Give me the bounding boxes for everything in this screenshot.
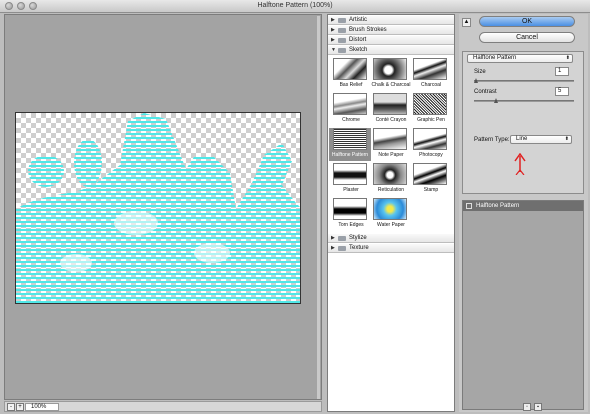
thumbnail-label: Graphic Pen [417,117,445,123]
thumbnail-image [373,128,407,150]
category-label: Texture [349,245,369,251]
window-title: Halftone Pattern (100%) [257,2,333,9]
size-slider[interactable] [474,78,574,83]
thumbnail-image [333,198,367,220]
ok-button[interactable]: OK [479,16,575,27]
delete-effect-layer-button[interactable]: ▪ [534,403,542,411]
filter-select-value: Halftone Pattern [473,55,517,61]
thumbnail-image [413,58,447,80]
filter-thumb-reticulation[interactable]: Reticulation [371,163,411,196]
disclosure-right-icon: ▶ [331,27,335,33]
category-artistic[interactable]: ▶ Artistic [328,16,454,25]
disclosure-down-icon: ▼ [331,47,336,53]
thumbnail-label: Stamp [423,187,439,193]
category-label: Brush Strokes [349,27,387,33]
contrast-input[interactable]: 5 [555,87,569,96]
thumbnail-image [413,128,447,150]
filter-thumb-note-paper[interactable]: Note Paper [371,128,411,161]
thumbnail-image [333,58,367,80]
filter-thumb-bas-relief[interactable]: Bas Relief [331,58,371,91]
select-arrows-icon: ⬍ [564,136,569,142]
category-texture[interactable]: ▶ Texture [328,244,454,253]
thumbnail-image [333,163,367,185]
effect-layers-panel: Halftone Pattern [462,200,584,410]
preview-canvas[interactable] [15,112,301,304]
disclosure-right-icon: ▶ [331,245,335,251]
disclosure-right-icon: ▶ [331,17,335,23]
annotation-arrow-icon [514,153,526,175]
folder-icon [338,38,346,43]
category-brush-strokes[interactable]: ▶ Brush Strokes [328,26,454,35]
category-distort[interactable]: ▶ Distort [328,36,454,45]
select-arrows-icon: ⬍ [565,55,570,61]
filter-gallery: ▶ Artistic ▶ Brush Strokes ▶ Distort ▼ S… [327,14,455,412]
category-label: Artistic [349,17,367,23]
filter-thumb-torn-edges[interactable]: Torn Edges [331,198,371,231]
cancel-button[interactable]: Cancel [479,32,575,43]
category-label: Stylize [349,235,367,241]
zoom-bar: - + 100% [4,401,322,412]
category-label: Distort [349,37,367,43]
folder-icon [338,246,346,251]
thumbnail-image [373,163,407,185]
thumbnail-image [333,128,367,150]
folder-icon [338,28,346,33]
thumbnail-label: Charcoal [420,82,441,88]
effect-layer-row[interactable]: Halftone Pattern [463,201,583,211]
category-label: Sketch [349,47,368,53]
thumbnail-image [413,163,447,185]
settings-panel: ▲ OK Cancel Halftone Pattern ⬍ Size 1 Co… [459,14,588,412]
visibility-eye-icon[interactable] [466,203,472,209]
folder-icon [338,236,346,241]
category-stylize[interactable]: ▶ Stylize [328,234,454,243]
disclosure-right-icon: ▶ [331,235,335,241]
filter-select[interactable]: Halftone Pattern ⬍ [467,54,573,63]
thumbnail-image [413,93,447,115]
contrast-slider-knob[interactable] [494,98,498,103]
contrast-label: Contrast [474,89,497,95]
filter-thumb-chalk-charcoal[interactable]: Chalk & Charcoal [371,58,411,91]
zoom-out-button[interactable]: - [7,403,15,411]
size-label: Size [474,69,486,75]
pattern-type-label: Pattern Type: [474,137,510,143]
folder-icon [338,18,346,23]
thumbnail-label: Water Paper [377,222,405,228]
filter-thumb-water-paper[interactable]: Water Paper [371,198,411,231]
pattern-type-select[interactable]: Line ⬍ [510,135,572,144]
folder-open-icon [338,48,346,53]
filter-thumb-photocopy[interactable]: Photocopy [411,128,451,161]
thumbnail-image [373,58,407,80]
filter-thumb-chrome[interactable]: Chrome [331,93,371,126]
size-input[interactable]: 1 [555,67,569,76]
contrast-slider[interactable] [474,98,574,103]
preview-panel [4,14,322,400]
zoom-in-button[interactable]: + [16,403,24,411]
filter-thumb-charcoal[interactable]: Charcoal [411,58,451,91]
category-sketch[interactable]: ▼ Sketch [328,46,454,55]
new-effect-layer-button[interactable]: ▫ [523,403,531,411]
disclosure-right-icon: ▶ [331,37,335,43]
filter-thumb-conte-crayon[interactable]: Conté Crayon [371,93,411,126]
filter-thumb-halftone-pattern[interactable]: Halftone Pattern [329,128,371,161]
filter-thumb-graphic-pen[interactable]: Graphic Pen [411,93,451,126]
thumbnail-image [333,93,367,115]
zoom-level-select[interactable]: 100% [25,403,59,411]
collapse-gallery-button[interactable]: ▲ [462,18,471,27]
title-bar: Halftone Pattern (100%) [0,0,590,13]
preview-scrollbar[interactable] [317,16,320,399]
effect-layer-label: Halftone Pattern [476,203,520,209]
thumbnail-image [373,93,407,115]
pattern-type-value: Line [516,136,528,142]
thumbnail-image [373,198,407,220]
filter-options: Halftone Pattern ⬍ Size 1 Contrast 5 Pat… [462,51,584,194]
size-slider-knob[interactable] [474,78,478,83]
filter-thumb-plaster[interactable]: Plaster [331,163,371,196]
thumbnail-label: Photocopy [419,152,443,158]
filter-thumb-stamp[interactable]: Stamp [411,163,451,196]
